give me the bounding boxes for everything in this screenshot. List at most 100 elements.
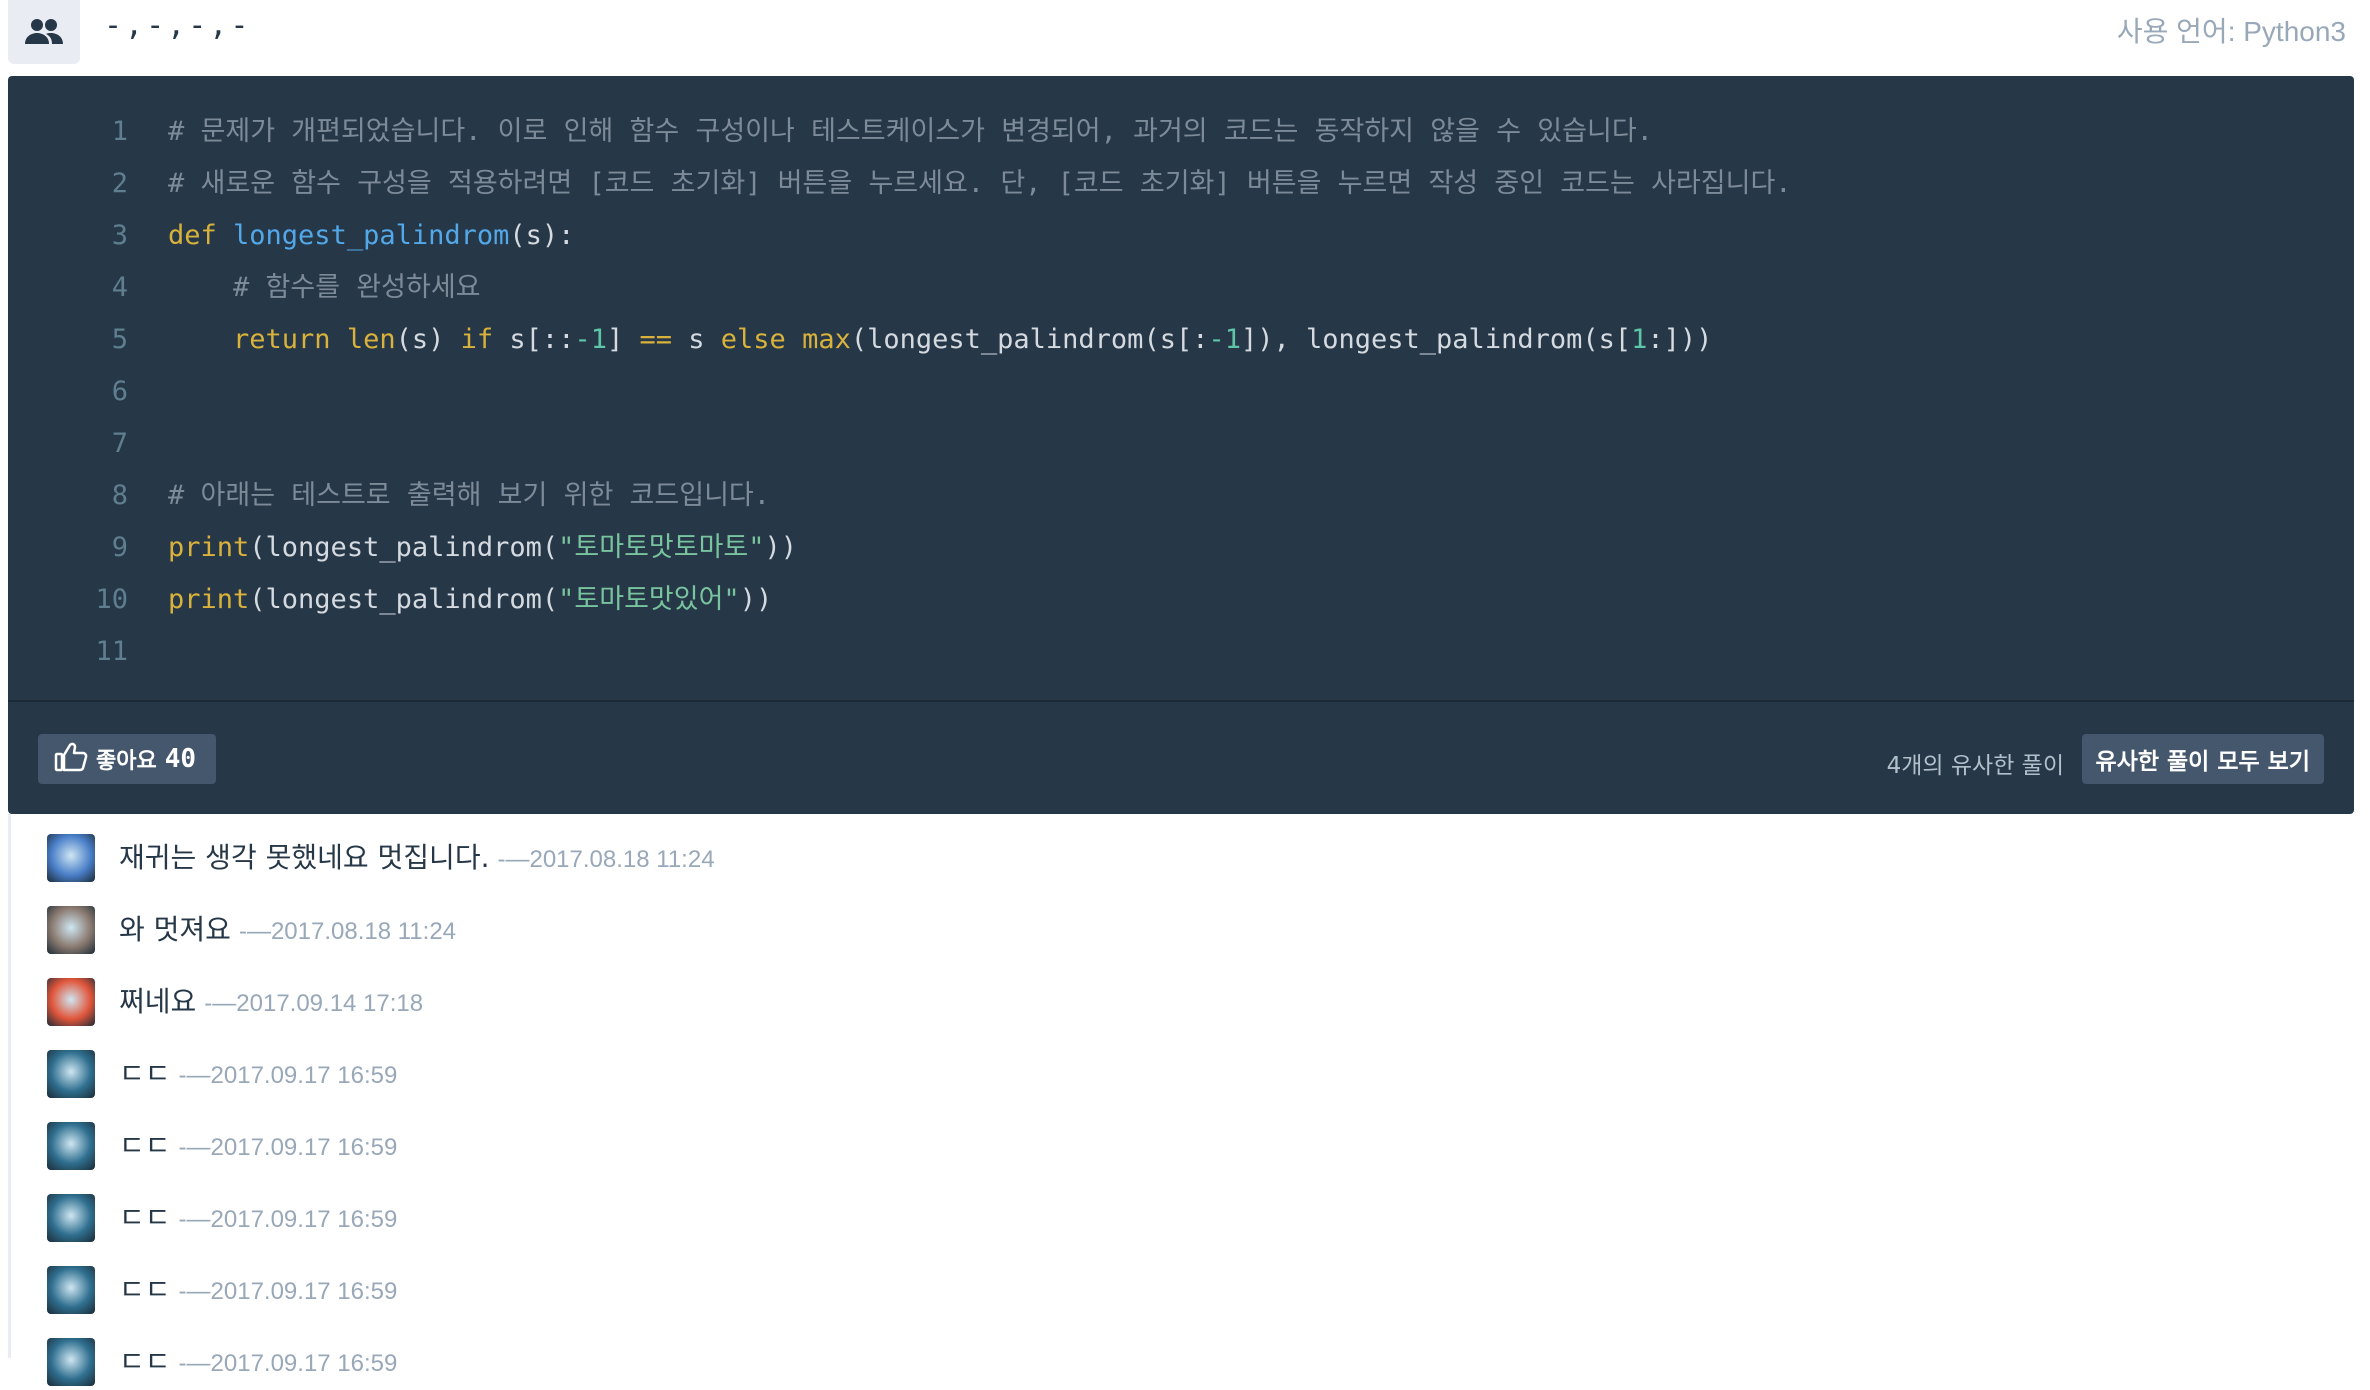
avatar[interactable] (47, 1266, 95, 1314)
comment-body: ㄷㄷ -—2017.09.17 16:59 (119, 1196, 397, 1236)
comment-list: 재귀는 생각 못했네요 멋집니다. -—2017.08.18 11:24 와 멋져요… (8, 814, 2357, 1386)
comment-timestamp: -—2017.08.18 11:24 (497, 846, 715, 873)
code-line: 6 (8, 366, 2354, 418)
avatar[interactable] (47, 834, 95, 882)
code-line: 1 # 문제가 개편되었습니다. 이로 인해 함수 구성이나 테스트케이스가 변경… (8, 106, 2354, 158)
code-footer: 좋아요 40 4개의 유사한 풀이 유사한 풀이 모두 보기 (8, 700, 2354, 814)
code-text: return len(s) if s[::-1] == s else max(l… (168, 314, 1712, 366)
line-number: 6 (111, 376, 128, 407)
line-number: 10 (95, 584, 128, 615)
line-number: 9 (111, 532, 128, 563)
comment-text: 와 멋져요 (119, 913, 231, 946)
line-number: 2 (111, 168, 128, 199)
code-token: )) (764, 532, 798, 563)
like-button[interactable]: 좋아요 40 (38, 734, 217, 784)
avatar[interactable] (47, 906, 95, 954)
code-token: (s): (509, 220, 575, 251)
comment-timestamp: -—2017.09.17 16:59 (178, 1350, 398, 1377)
view-similar-solutions-button[interactable]: 유사한 풀이 모두 보기 (2081, 734, 2324, 784)
comment-body: 재귀는 생각 못했네요 멋집니다. -—2017.08.18 11:24 (119, 836, 715, 876)
line-number: 8 (111, 480, 128, 511)
similar-count-text: 4개의 유사한 풀이 (1886, 753, 2064, 779)
language-label: 사용 언어: Python3 (2116, 16, 2346, 47)
code-token: if (460, 324, 510, 355)
code-token: else (720, 324, 803, 355)
code-token: -1 (1208, 324, 1241, 355)
comment-text: ㄷㄷ (119, 1057, 171, 1090)
code-text: def longest_palindrom(s): (168, 210, 574, 262)
code-line: 9 print(longest_palindrom("토마토맛토마토")) (8, 522, 2354, 574)
avatar[interactable] (47, 1122, 95, 1170)
comment-text: 쩌네요 (119, 985, 197, 1018)
solution-header: -,-,-,- 사용 언어: Python3 (0, 0, 2370, 76)
comment-item: ㄷㄷ -—2017.09.17 16:59 (11, 1186, 2351, 1246)
comment-item: 재귀는 생각 못했네요 멋집니다. -—2017.08.18 11:24 (11, 826, 2351, 886)
comment-text: ㄷㄷ (119, 1273, 171, 1306)
code-text: print(longest_palindrom("토마토맛토마토")) (168, 522, 797, 574)
like-label: 좋아요 (96, 749, 157, 774)
code-token: -1 (574, 324, 607, 355)
code-text: # 아래는 테스트로 출력해 보기 위한 코드입니다. (168, 470, 770, 522)
like-count: 40 (164, 744, 197, 774)
user-name[interactable]: -,-,-,- (104, 8, 251, 43)
comment-timestamp: -—2017.09.17 16:59 (178, 1062, 398, 1089)
comment-text: ㄷㄷ (119, 1129, 171, 1162)
code-token: :])) (1647, 324, 1713, 355)
comment-timestamp: -—2017.09.17 16:59 (178, 1206, 398, 1233)
avatar[interactable] (47, 1050, 95, 1098)
code-token: # 함수를 완성하세요 (168, 272, 481, 303)
comment-timestamp: -—2017.09.17 16:59 (178, 1134, 398, 1161)
code-viewer: 1 # 문제가 개편되었습니다. 이로 인해 함수 구성이나 테스트케이스가 변경… (8, 76, 2354, 814)
comment-body: ㄷㄷ -—2017.09.17 16:59 (119, 1052, 397, 1092)
comment-item: ㄷㄷ -—2017.09.17 16:59 (11, 1042, 2351, 1102)
comment-timestamp: -—2017.08.18 11:24 (238, 918, 457, 945)
code-area: 1 # 문제가 개편되었습니다. 이로 인해 함수 구성이나 테스트케이스가 변경… (8, 76, 2354, 700)
code-line: 8 # 아래는 테스트로 출력해 보기 위한 코드입니다. (8, 470, 2354, 522)
line-number: 1 (111, 116, 128, 147)
code-token: == (639, 324, 689, 355)
code-token: (s) (395, 324, 461, 355)
comment-text: 재귀는 생각 못했네요 멋집니다. (119, 841, 490, 874)
comment-item: ㄷㄷ -—2017.09.17 16:59 (11, 1258, 2351, 1318)
comment-body: ㄷㄷ -—2017.09.17 16:59 (119, 1268, 397, 1308)
comment-body: 쩌네요 -—2017.09.14 17:18 (119, 980, 423, 1020)
code-token: print (168, 584, 250, 615)
avatar[interactable] (47, 1194, 95, 1242)
code-text: # 새로운 함수 구성을 적용하려면 [코드 초기화] 버튼을 누르세요. 단,… (168, 158, 1792, 210)
code-token: "토마토맛토마토" (558, 532, 765, 563)
code-token: # 문제가 개편되었습니다. 이로 인해 함수 구성이나 테스트케이스가 변경되… (168, 116, 1653, 147)
line-number: 11 (95, 636, 128, 667)
code-token: s[:: (509, 324, 575, 355)
line-number: 5 (111, 324, 128, 355)
code-text: print(longest_palindrom("토마토맛있어")) (168, 574, 772, 626)
line-number: 4 (111, 272, 128, 303)
line-number: 7 (111, 428, 128, 459)
code-token: print (168, 532, 250, 563)
code-token: (longest_palindrom( (249, 532, 559, 563)
code-token: longest_palindrom (233, 220, 510, 251)
code-text: # 함수를 완성하세요 (168, 262, 481, 314)
code-token: "토마토맛있어" (558, 584, 740, 615)
code-token: len (346, 324, 396, 355)
comment-item: ㄷㄷ -—2017.09.17 16:59 (11, 1114, 2351, 1174)
code-line: 10 print(longest_palindrom("토마토맛있어")) (8, 574, 2354, 626)
code-line: 11 (8, 626, 2354, 678)
code-token: (longest_palindrom( (249, 584, 559, 615)
comment-text: ㄷㄷ (119, 1345, 171, 1378)
comment-body: ㄷㄷ -—2017.09.17 16:59 (119, 1340, 397, 1380)
comment-item: 와 멋져요 -—2017.08.18 11:24 (11, 898, 2351, 958)
code-token: # 새로운 함수 구성을 적용하려면 [코드 초기화] 버튼을 누르세요. 단,… (168, 168, 1792, 199)
avatar[interactable] (47, 978, 95, 1026)
comment-timestamp: -—2017.09.14 17:18 (204, 990, 424, 1017)
comment-text: ㄷㄷ (119, 1201, 171, 1234)
comment-body: ㄷㄷ -—2017.09.17 16:59 (119, 1124, 397, 1164)
code-token: ]), longest_palindrom(s[ (1240, 324, 1632, 355)
code-line: 3 def longest_palindrom(s): (8, 210, 2354, 262)
avatar[interactable] (47, 1338, 95, 1386)
code-token: return (233, 324, 347, 355)
code-token: max (802, 324, 851, 355)
code-line: 5 return len(s) if s[::-1] == s else max… (8, 314, 2354, 366)
code-line: 2 # 새로운 함수 구성을 적용하려면 [코드 초기화] 버튼을 누르세요. 단… (8, 158, 2354, 210)
code-text: # 문제가 개편되었습니다. 이로 인해 함수 구성이나 테스트케이스가 변경되… (168, 106, 1653, 158)
